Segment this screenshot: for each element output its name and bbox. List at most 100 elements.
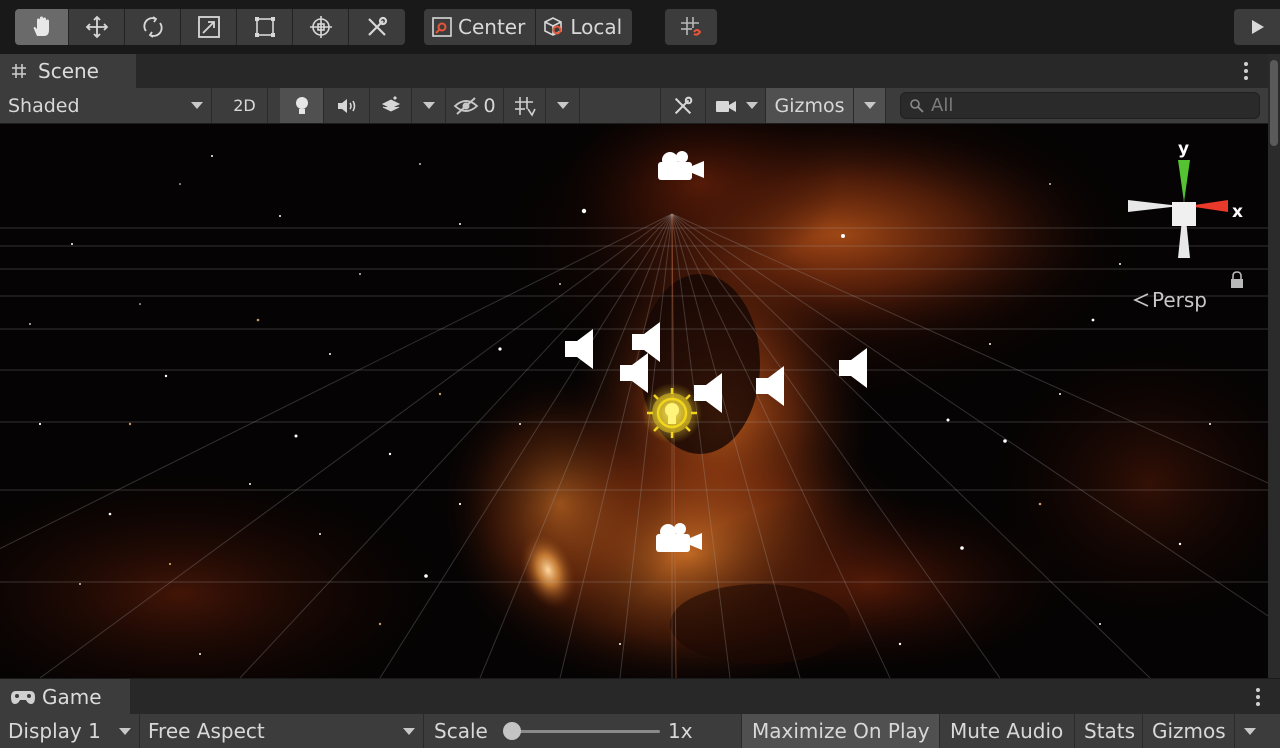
tools-icon xyxy=(674,96,693,114)
audio-source-icon[interactable] xyxy=(563,327,597,371)
camera-settings-dropdown[interactable] xyxy=(706,88,766,123)
snap-group xyxy=(665,9,717,45)
light-gizmo-icon[interactable] xyxy=(644,386,700,442)
display-label: Display 1 xyxy=(8,719,101,743)
rotate-tool-button[interactable] xyxy=(125,9,181,45)
camera-gizmo-icon[interactable] xyxy=(654,148,706,182)
custom-tool-button[interactable] xyxy=(349,9,405,45)
local-space-icon xyxy=(544,17,563,36)
rotate-icon xyxy=(142,16,163,38)
axis-x-label: x xyxy=(1232,202,1243,222)
search-placeholder: All xyxy=(931,95,954,116)
grid-dropdown[interactable] xyxy=(546,88,580,123)
gizmos-label: Gizmos xyxy=(774,94,845,117)
pivot-local-button[interactable]: Local xyxy=(536,9,633,45)
video-camera-icon xyxy=(715,100,736,112)
skybox-nebula xyxy=(0,124,1268,678)
transform-icon xyxy=(309,16,332,38)
projection-label: Persp xyxy=(1152,288,1207,312)
scale-label: Scale xyxy=(434,719,488,743)
scale-icon xyxy=(197,16,220,38)
scrollbar-thumb[interactable] xyxy=(1270,60,1278,146)
pivot-center-button[interactable]: Center xyxy=(424,9,537,45)
grid-icon xyxy=(514,96,536,117)
hand-icon xyxy=(33,16,49,36)
search-icon xyxy=(910,98,924,113)
lighting-toggle[interactable] xyxy=(280,88,324,123)
projection-toggle[interactable]: Persp xyxy=(1132,288,1207,312)
hand-tool-button[interactable] xyxy=(15,9,69,45)
gizmos-dropdown[interactable] xyxy=(854,88,886,123)
scale-slider-handle[interactable] xyxy=(503,722,521,740)
game-toolbar: Display 1 Free Aspect Scale 1x Maximize … xyxy=(0,714,1280,748)
component-tools-button[interactable] xyxy=(660,88,706,123)
play-icon xyxy=(1252,20,1264,34)
chevron-down-icon xyxy=(745,102,758,109)
rect-tool-button[interactable] xyxy=(237,9,293,45)
tab-game[interactable]: Game xyxy=(0,679,130,715)
toggle-2d-button[interactable]: 2D xyxy=(222,88,268,123)
audio-source-icon[interactable] xyxy=(754,364,788,408)
hash-icon xyxy=(12,64,26,78)
maximize-label: Maximize On Play xyxy=(752,719,930,743)
orientation-gizmo[interactable]: y x xyxy=(1120,136,1250,266)
game-more-icon[interactable] xyxy=(1246,684,1270,710)
play-button[interactable] xyxy=(1234,9,1280,45)
chevron-down-icon xyxy=(863,102,876,109)
effects-toggle[interactable] xyxy=(370,88,412,123)
tools-icon xyxy=(368,16,388,36)
aspect-label: Free Aspect xyxy=(148,719,265,743)
speaker-icon xyxy=(337,98,355,113)
game-gizmos-dropdown[interactable] xyxy=(1235,714,1265,748)
scene-viewport[interactable]: y x Persp xyxy=(0,124,1268,678)
grid-snap-button[interactable] xyxy=(665,9,717,45)
chevron-down-icon xyxy=(1244,727,1256,735)
scene-scrollbar[interactable] xyxy=(1268,54,1280,678)
transform-tool-button[interactable] xyxy=(293,9,349,45)
move-tool-button[interactable] xyxy=(69,9,125,45)
scene-more-icon[interactable] xyxy=(1234,58,1258,84)
tab-scene[interactable]: Scene xyxy=(0,54,136,88)
game-gizmos-toggle[interactable]: Gizmos xyxy=(1143,714,1235,748)
grid-toggle[interactable] xyxy=(504,88,546,123)
scale-value-label: 1x xyxy=(668,719,693,743)
scene-tab-label: Scene xyxy=(38,59,99,83)
scale-tool-button[interactable] xyxy=(181,9,237,45)
camera-gizmo-icon[interactable] xyxy=(652,520,704,554)
chevron-left-icon xyxy=(1133,293,1149,307)
audio-toggle[interactable] xyxy=(324,88,370,123)
scene-search-input[interactable]: All xyxy=(900,92,1260,119)
chevron-down-icon xyxy=(191,102,203,109)
move-icon xyxy=(85,15,108,39)
maximize-on-play-toggle[interactable]: Maximize On Play xyxy=(742,714,940,748)
display-dropdown[interactable]: Display 1 xyxy=(0,714,140,748)
audio-source-icon[interactable] xyxy=(837,346,871,390)
game-gizmos-label: Gizmos xyxy=(1152,719,1226,743)
gamepad-icon xyxy=(11,691,35,704)
chevron-down-icon xyxy=(422,102,435,109)
main-toolbar: Center Local xyxy=(0,0,1280,54)
mute-label: Mute Audio xyxy=(950,719,1064,743)
scene-tabbar: Scene xyxy=(0,54,1268,88)
grid-snap-icon xyxy=(681,17,702,36)
stats-label: Stats xyxy=(1084,719,1136,743)
axis-y-label: y xyxy=(1178,139,1189,159)
game-tabbar: Game xyxy=(0,678,1280,715)
mute-audio-toggle[interactable]: Mute Audio xyxy=(940,714,1075,748)
game-tab-label: Game xyxy=(42,685,102,709)
scale-value: 1x xyxy=(668,714,693,748)
scene-visibility-toggle[interactable]: 0 xyxy=(446,88,504,123)
scale-slider-track[interactable] xyxy=(512,730,660,733)
gizmos-toggle[interactable]: Gizmos xyxy=(766,88,854,123)
layers-icon xyxy=(381,95,400,112)
shading-mode-dropdown[interactable]: Shaded xyxy=(0,88,212,123)
chevron-down-icon xyxy=(119,727,131,735)
space-label: Local xyxy=(570,15,623,39)
effects-dropdown[interactable] xyxy=(412,88,446,123)
rect-transform-icon xyxy=(254,17,275,37)
pivot-label: Center xyxy=(458,15,526,39)
stats-toggle[interactable]: Stats xyxy=(1075,714,1143,748)
aspect-dropdown[interactable]: Free Aspect xyxy=(140,714,424,748)
scene-toolbar: Shaded 2D 0 Gizmos All xyxy=(0,88,1268,124)
lock-icon[interactable] xyxy=(1230,271,1244,289)
